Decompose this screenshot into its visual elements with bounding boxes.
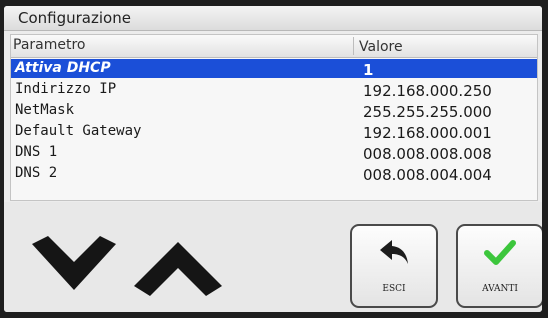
esci-button[interactable]: ESCI: [350, 224, 438, 308]
checkmark-icon: [484, 240, 516, 265]
row-parameter: DNS 1: [15, 144, 58, 160]
row-value: 008.008.008.008: [363, 145, 492, 163]
table-header: Parametro Valore: [11, 35, 537, 58]
window-title: Configurazione: [18, 9, 131, 27]
row-value: 192.168.000.250: [363, 82, 492, 100]
column-header-parameter: Parametro: [13, 37, 354, 55]
row-value: 255.255.255.000: [363, 103, 492, 121]
button-bar: ESCI AVANTI: [4, 202, 542, 312]
column-header-value: Valore: [359, 39, 403, 55]
row-value: 008.008.004.004: [363, 166, 492, 184]
row-parameter: Default Gateway: [15, 123, 142, 139]
back-arrow-icon: [380, 240, 408, 264]
row-parameter: NetMask: [15, 102, 75, 118]
table-row-dns1[interactable]: DNS 1 008.008.008.008: [11, 143, 537, 163]
parameter-table: Parametro Valore Attiva DHCP 1 Indirizzo…: [10, 34, 538, 201]
configuration-screen: Configurazione Parametro Valore Attiva D…: [4, 6, 542, 312]
row-parameter: Indirizzo IP: [15, 81, 117, 97]
row-parameter: DNS 2: [15, 165, 58, 181]
avanti-button[interactable]: AVANTI: [456, 224, 542, 308]
chevron-down-icon[interactable]: [30, 234, 118, 294]
table-row-netmask[interactable]: NetMask 255.255.255.000: [11, 101, 537, 121]
table-row-ip[interactable]: Indirizzo IP 192.168.000.250: [11, 80, 537, 100]
row-value: 192.168.000.001: [363, 124, 492, 142]
esci-label: ESCI: [382, 284, 406, 294]
row-parameter: Attiva DHCP: [15, 60, 111, 76]
row-value: 1: [363, 61, 374, 79]
table-row-dns2[interactable]: DNS 2 008.008.004.004: [11, 164, 537, 184]
avanti-label: AVANTI: [482, 284, 518, 294]
table-row-dhcp[interactable]: Attiva DHCP 1: [11, 59, 537, 79]
chevron-up-icon[interactable]: [132, 240, 224, 300]
table-row-gateway[interactable]: Default Gateway 192.168.000.001: [11, 122, 537, 142]
title-bar: Configurazione: [4, 6, 542, 31]
